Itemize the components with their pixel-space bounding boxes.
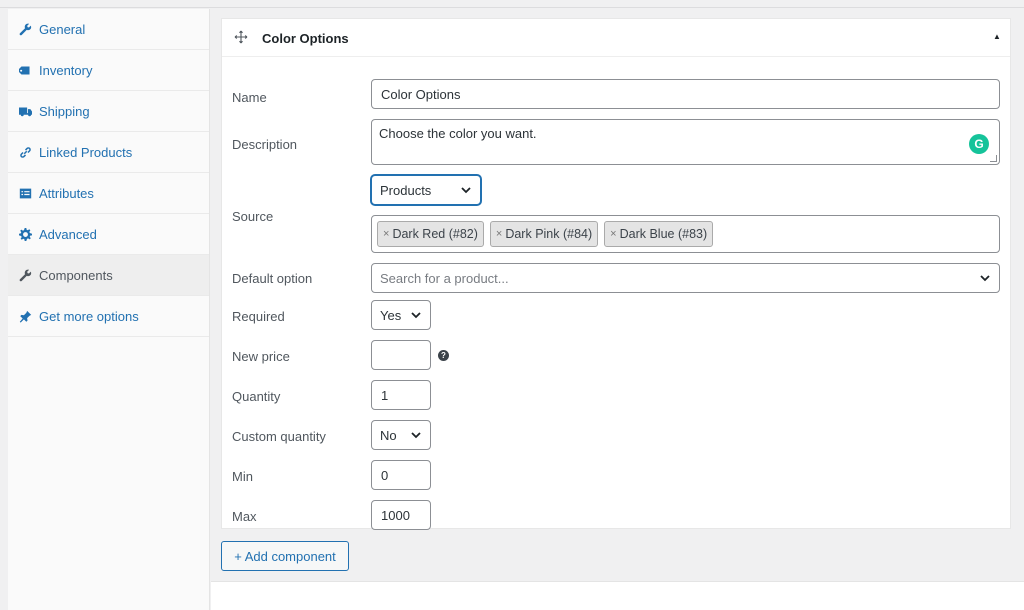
quantity-label: Quantity [232, 389, 281, 404]
max-label: Max [232, 509, 257, 524]
truck-icon [18, 104, 32, 118]
tab-components[interactable]: Components [8, 255, 209, 296]
description-label: Description [232, 137, 298, 152]
source-label: Source [232, 209, 274, 224]
product-data-tabs: General Inventory Shipping Linked Produc… [8, 9, 210, 610]
tab-label: General [39, 21, 86, 37]
name-label: Name [232, 90, 267, 105]
chevron-down-icon [460, 184, 472, 196]
collapse-triangle-icon[interactable]: ▲ [992, 32, 1002, 42]
tab-label: Attributes [39, 185, 94, 201]
tab-shipping[interactable]: Shipping [8, 91, 209, 132]
max-input[interactable]: 1000 [371, 500, 431, 530]
name-input[interactable]: Color Options [371, 79, 1000, 109]
selected-product-tag: × Dark Blue (#83) [604, 221, 714, 247]
chevron-down-icon [979, 272, 991, 284]
add-component-button[interactable]: + Add component [221, 541, 349, 571]
remove-tag-icon[interactable]: × [610, 228, 616, 240]
quantity-input[interactable]: 1 [371, 380, 431, 410]
tab-label: Get more options [39, 308, 139, 324]
default-option-search[interactable]: Search for a product... [371, 263, 1000, 293]
chevron-down-icon [410, 429, 422, 441]
custom-quantity-select[interactable]: No [371, 420, 431, 450]
wrench-icon [18, 268, 32, 282]
tab-label: Inventory [39, 62, 93, 78]
selected-product-tag: × Dark Red (#82) [377, 221, 484, 247]
move-icon[interactable] [234, 30, 248, 44]
list-icon [18, 186, 32, 200]
help-icon[interactable]: ? [438, 350, 449, 361]
required-select[interactable]: Yes [371, 300, 431, 330]
top-bar [0, 0, 1024, 8]
description-textarea[interactable]: Choose the color you want. G [371, 119, 1000, 165]
custom-quantity-label: Custom quantity [232, 429, 326, 444]
tag-icon [18, 63, 32, 77]
chevron-down-icon [410, 309, 422, 321]
components-panel-area: Color Options ▲ Name Color Options Descr… [211, 9, 1024, 610]
resize-handle[interactable] [990, 155, 997, 162]
remove-tag-icon[interactable]: × [496, 228, 502, 240]
required-label: Required [232, 309, 285, 324]
min-input[interactable]: 0 [371, 460, 431, 490]
new-price-input[interactable] [371, 340, 431, 370]
min-label: Min [232, 469, 253, 484]
tab-advanced[interactable]: Advanced [8, 214, 209, 255]
grammarly-icon[interactable]: G [969, 134, 989, 154]
tab-general[interactable]: General [8, 9, 209, 50]
selected-product-tag: × Dark Pink (#84) [489, 221, 599, 247]
default-option-label: Default option [232, 271, 313, 286]
tab-label: Advanced [39, 226, 97, 242]
link-icon [18, 145, 32, 159]
tab-attributes[interactable]: Attributes [8, 173, 209, 214]
gear-icon [18, 227, 32, 241]
plugin-icon [18, 309, 32, 323]
wrench-icon [18, 22, 32, 36]
tab-label: Shipping [39, 103, 90, 119]
tab-linked-products[interactable]: Linked Products [8, 132, 209, 173]
tab-label: Linked Products [39, 144, 133, 160]
tab-label: Components [39, 267, 113, 283]
tab-get-more-options[interactable]: Get more options [8, 296, 209, 337]
component-panel: Color Options ▲ Name Color Options Descr… [221, 18, 1011, 530]
source-select[interactable]: Products [371, 175, 481, 205]
component-title: Color Options [262, 31, 349, 46]
tab-inventory[interactable]: Inventory [8, 50, 209, 91]
new-price-label: New price [232, 349, 290, 364]
component-header[interactable]: Color Options ▲ [222, 19, 1010, 57]
source-products-selector[interactable]: × Dark Red (#82) × Dark Pink (#84) × Dark B… [371, 215, 1000, 253]
remove-tag-icon[interactable]: × [383, 228, 389, 240]
